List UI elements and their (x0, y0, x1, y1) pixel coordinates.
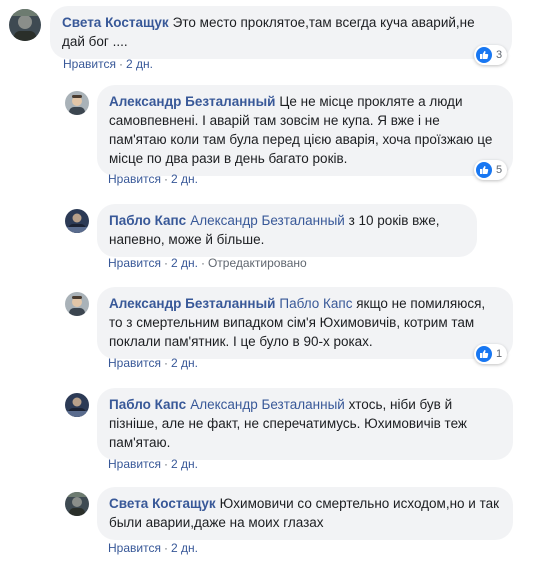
like-button[interactable]: Нравится (108, 172, 161, 186)
like-button[interactable]: Нравится (108, 356, 161, 370)
like-button[interactable]: Нравится (108, 256, 161, 270)
comment-actions: Нравится · 2 дн. (108, 172, 198, 186)
mention-link[interactable]: Александр Безталанный (190, 213, 345, 228)
avatar[interactable] (9, 9, 41, 41)
comment-actions: Нравится · 2 дн. (108, 356, 198, 370)
comment-actions: Нравится · 2 дн. (108, 541, 198, 555)
comment-author[interactable]: Света Костащук (109, 496, 216, 511)
comment-author[interactable]: Александр Безталанный (109, 94, 275, 109)
comment-timestamp[interactable]: 2 дн. (171, 457, 198, 471)
mention-link[interactable]: Александр Безталанный (190, 397, 345, 412)
reaction-count[interactable]: 3 (474, 45, 508, 65)
comment-bubble: Пабло Капс Александр Безталанный хтось, н… (97, 388, 513, 460)
comment-timestamp[interactable]: 2 дн. (126, 57, 153, 71)
comment-timestamp[interactable]: 2 дн. (171, 256, 198, 270)
comment-author[interactable]: Пабло Капс (109, 213, 186, 228)
avatar[interactable] (65, 91, 89, 115)
comment-author[interactable]: Света Костащук (62, 15, 169, 30)
avatar[interactable] (65, 209, 89, 233)
mention-link[interactable]: Пабло Капс (279, 296, 352, 311)
avatar[interactable] (65, 292, 89, 316)
reaction-count[interactable]: 1 (474, 344, 508, 364)
comment-actions: Нравится · 2 дн. · Отредактировано (108, 256, 307, 270)
comment-bubble: Пабло Капс Александр Безталанный з 10 рок… (97, 204, 477, 257)
comment-bubble: Александр Безталанный Це не місце проклят… (97, 85, 513, 176)
comment-author[interactable]: Пабло Капс (109, 397, 186, 412)
comment-timestamp[interactable]: 2 дн. (171, 541, 198, 555)
like-icon (476, 346, 492, 362)
reaction-count[interactable]: 5 (474, 160, 508, 180)
like-icon (476, 47, 492, 63)
edited-label[interactable]: Отредактировано (208, 256, 307, 270)
like-button[interactable]: Нравится (108, 457, 161, 471)
comment-bubble: Александр Безталанный Пабло Капс якщо не … (97, 287, 513, 359)
comment-bubble: Света Костащук Юхимовичи со смертельно ис… (97, 487, 513, 540)
comment-timestamp[interactable]: 2 дн. (171, 356, 198, 370)
like-button[interactable]: Нравится (63, 57, 116, 71)
comment-author[interactable]: Александр Безталанный (109, 296, 275, 311)
comment-bubble: Света Костащук Это место проклятое,там вс… (50, 6, 512, 59)
avatar[interactable] (65, 393, 89, 417)
comment-actions: Нравится · 2 дн. (108, 457, 198, 471)
comment-actions: Нравится · 2 дн. (63, 57, 153, 71)
like-button[interactable]: Нравится (108, 541, 161, 555)
comment-timestamp[interactable]: 2 дн. (171, 172, 198, 186)
avatar[interactable] (65, 492, 89, 516)
like-icon (476, 162, 492, 178)
